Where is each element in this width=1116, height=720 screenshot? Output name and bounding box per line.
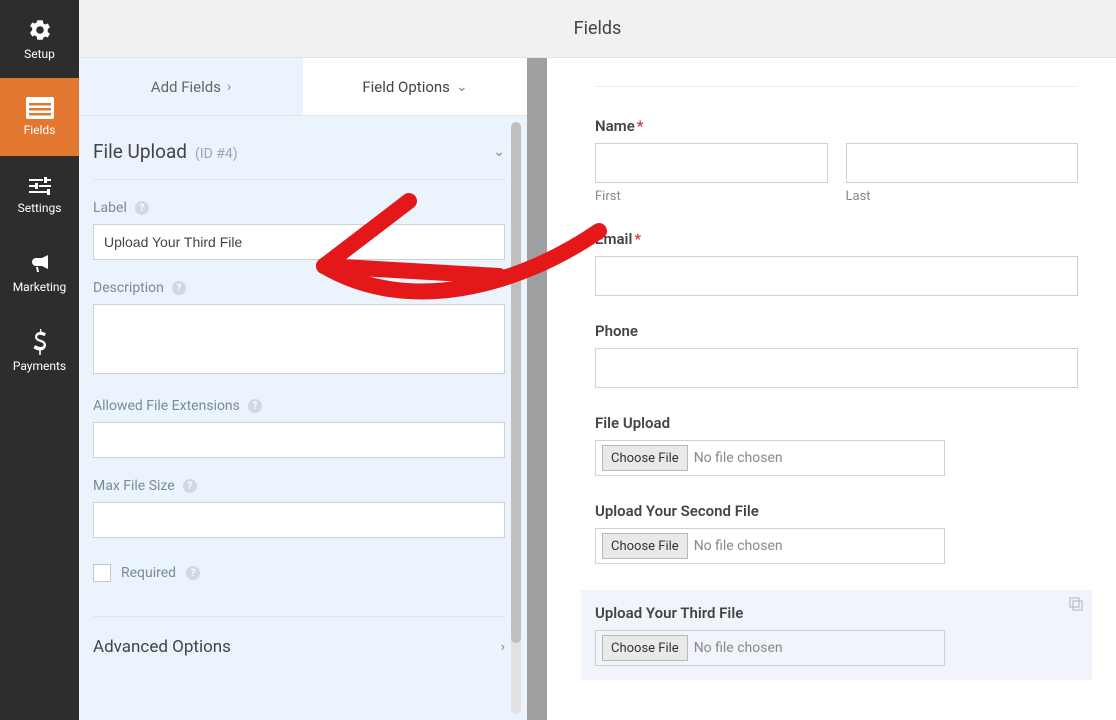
choose-file-button[interactable]: Choose File [602, 635, 688, 661]
preview-email-field[interactable]: Email* [595, 230, 1078, 296]
sidebar: Setup Fields Settings Marketing Payments [0, 0, 79, 720]
field-label-text: Label [93, 200, 127, 216]
help-icon[interactable]: ? [248, 399, 262, 413]
panel-tabs: Add Fields › Field Options ⌄ [79, 58, 527, 116]
sidebar-item-settings[interactable]: Settings [0, 156, 79, 234]
page-title-bar: Fields [79, 0, 1116, 58]
preview-label: Phone [595, 322, 1078, 340]
field-label-text: Max File Size [93, 478, 175, 494]
no-file-text: No file chosen [694, 640, 783, 656]
description-field-group: Description ? [93, 280, 505, 378]
sidebar-item-label: Fields [24, 123, 56, 137]
label-field-group: Label ? [93, 200, 505, 260]
sidebar-item-label: Marketing [13, 280, 67, 294]
required-label: Required [121, 565, 176, 581]
sliders-icon [27, 175, 53, 197]
duplicate-icon[interactable] [1068, 596, 1084, 616]
last-sublabel: Last [846, 189, 1079, 204]
allowed-ext-group: Allowed File Extensions ? [93, 398, 505, 458]
required-star-icon: * [637, 117, 644, 135]
preview-name-field[interactable]: Name* First Last [595, 117, 1078, 204]
scrollbar-thumb[interactable] [511, 122, 521, 643]
preview-file-upload-2[interactable]: Upload Your Second File Choose File No f… [595, 502, 1078, 564]
no-file-text: No file chosen [694, 538, 783, 554]
form-preview: Name* First Last Email* [547, 58, 1116, 720]
tab-label: Add Fields [151, 78, 221, 96]
field-label-text: Allowed File Extensions [93, 398, 240, 414]
required-row: Required ? [93, 564, 505, 582]
choose-file-button[interactable]: Choose File [602, 533, 688, 559]
field-options-panel: Add Fields › Field Options ⌄ File Upload… [79, 58, 527, 720]
chevron-down-icon: ⌄ [493, 144, 505, 160]
section-title: File Upload [93, 140, 187, 163]
chevron-right-icon: › [227, 79, 231, 95]
scrollbar[interactable] [511, 122, 521, 714]
tab-label: Field Options [362, 78, 450, 96]
sidebar-item-fields[interactable]: Fields [0, 78, 79, 156]
sidebar-item-label: Payments [13, 359, 66, 373]
preview-label: Upload Your Second File [595, 502, 1078, 520]
divider [595, 86, 1078, 87]
field-label-text: Description [93, 280, 164, 296]
main: Fields Add Fields › Field Options ⌄ [79, 0, 1116, 720]
required-checkbox[interactable] [93, 564, 111, 582]
preview-file-upload-3-selected[interactable]: Upload Your Third File Choose File No fi… [581, 590, 1092, 680]
preview-label: Email* [595, 230, 1078, 248]
page-title: Fields [574, 18, 622, 39]
preview-phone-field[interactable]: Phone [595, 322, 1078, 388]
chevron-down-icon: ⌄ [456, 79, 468, 95]
no-file-text: No file chosen [694, 450, 783, 466]
allowed-ext-input[interactable] [93, 422, 505, 458]
help-icon[interactable]: ? [172, 281, 186, 295]
chevron-right-icon: › [501, 639, 505, 655]
sidebar-item-payments[interactable]: Payments [0, 312, 79, 390]
advanced-options-toggle[interactable]: Advanced Options › [93, 616, 505, 677]
label-input[interactable] [93, 224, 505, 260]
bullhorn-icon [27, 252, 53, 276]
sidebar-item-label: Setup [24, 47, 55, 61]
phone-input[interactable] [595, 348, 1078, 388]
resize-gutter[interactable] [527, 58, 547, 720]
content: Add Fields › Field Options ⌄ File Upload… [79, 58, 1116, 720]
gear-icon [27, 17, 53, 43]
preview-file-upload-1[interactable]: File Upload Choose File No file chosen [595, 414, 1078, 476]
sidebar-item-label: Settings [18, 201, 62, 215]
help-icon[interactable]: ? [135, 201, 149, 215]
max-size-input[interactable] [93, 502, 505, 538]
dollar-icon [31, 329, 49, 355]
section-id: (ID #4) [195, 146, 238, 162]
panel-body: File Upload (ID #4) ⌄ Label ? [79, 116, 527, 720]
advanced-label: Advanced Options [93, 637, 231, 657]
first-name-input[interactable] [595, 143, 828, 183]
choose-file-button[interactable]: Choose File [602, 445, 688, 471]
preview-label: Name* [595, 117, 1078, 135]
preview-label: File Upload [595, 414, 1078, 432]
last-name-input[interactable] [846, 143, 1079, 183]
preview-label: Upload Your Third File [595, 604, 1078, 622]
tab-add-fields[interactable]: Add Fields › [79, 58, 303, 115]
first-sublabel: First [595, 189, 828, 204]
email-input[interactable] [595, 256, 1078, 296]
form-icon [26, 97, 54, 119]
tab-field-options[interactable]: Field Options ⌄ [303, 58, 527, 115]
sidebar-item-setup[interactable]: Setup [0, 0, 79, 78]
description-input[interactable] [93, 304, 505, 374]
max-size-group: Max File Size ? [93, 478, 505, 538]
required-star-icon: * [634, 230, 641, 248]
sidebar-item-marketing[interactable]: Marketing [0, 234, 79, 312]
section-header[interactable]: File Upload (ID #4) ⌄ [93, 116, 505, 180]
help-icon[interactable]: ? [183, 479, 197, 493]
help-icon[interactable]: ? [186, 566, 200, 580]
